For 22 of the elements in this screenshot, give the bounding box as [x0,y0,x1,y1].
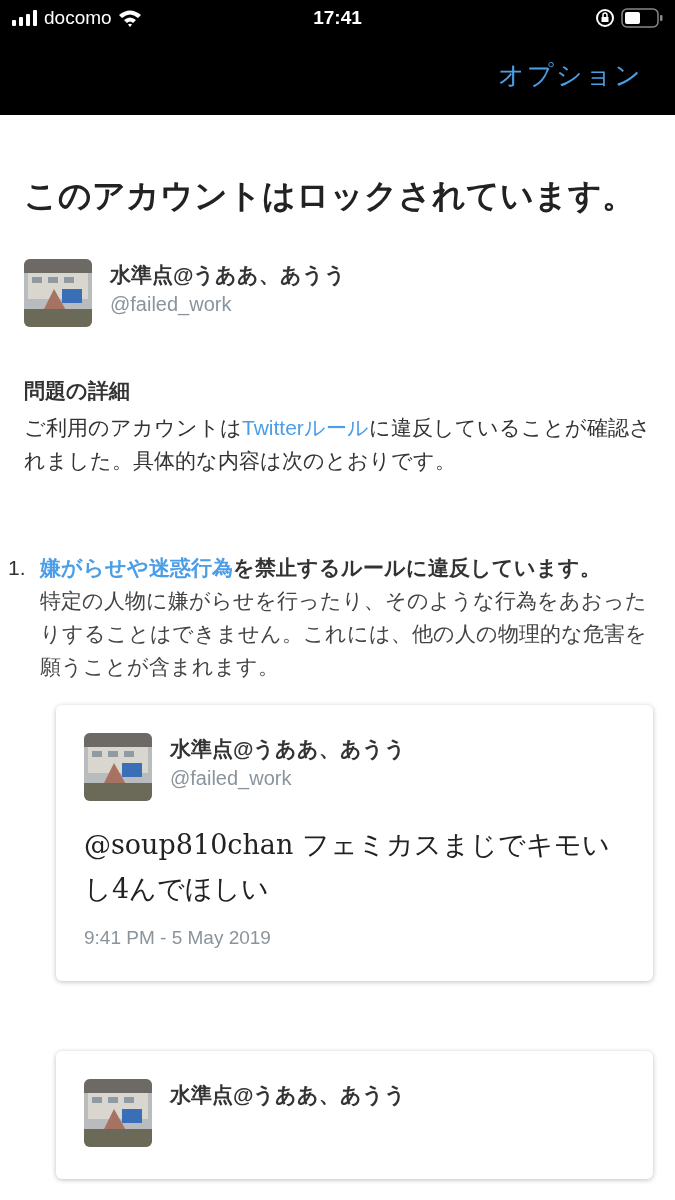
list-number: 1. [8,555,27,581]
account-handle: @failed_work [110,293,233,316]
signal-icon [12,10,38,26]
section-heading: 問題の詳細 [24,378,131,404]
details-text: ご利用のアカウントはTwitterルールに違反していることが確認されました。具体的な内容は次のとおりです。 [24,415,651,474]
tweet-text: @soup810chan フェミカスまじでキモいし4んでほしい [84,828,611,906]
rules-link[interactable]: Twitterルール [242,416,369,439]
rotation-lock-icon [595,8,615,28]
violation-link[interactable]: 嫌がらせや迷惑行為 [40,556,233,579]
account-name: 水準点@うああ、あうう [170,1082,407,1109]
clock-time: 17:41 [313,7,362,29]
battery-icon [621,8,663,28]
tweet-date: 9:41 PM - 5 May 2019 [84,927,272,949]
page-title: このアカウントはロックされています。 [24,176,636,216]
options-button[interactable]: オプション [498,58,643,93]
account-handle: @failed_work [170,767,293,790]
account-name: 水準点@うああ、あうう [170,736,407,763]
wifi-icon [117,9,142,27]
violation-title: 嫌がらせや迷惑行為を禁止するルールに違反しています。 [40,555,602,581]
carrier-name: docomo [44,7,112,29]
violation-description: 特定の人物に嫌がらせを行ったり、そのような行為をあおったりすることはできません。これには、他の人の物理的な危害を願うことが含まれます。 [40,588,648,680]
account-name: 水準点@うああ、あうう [110,262,347,289]
